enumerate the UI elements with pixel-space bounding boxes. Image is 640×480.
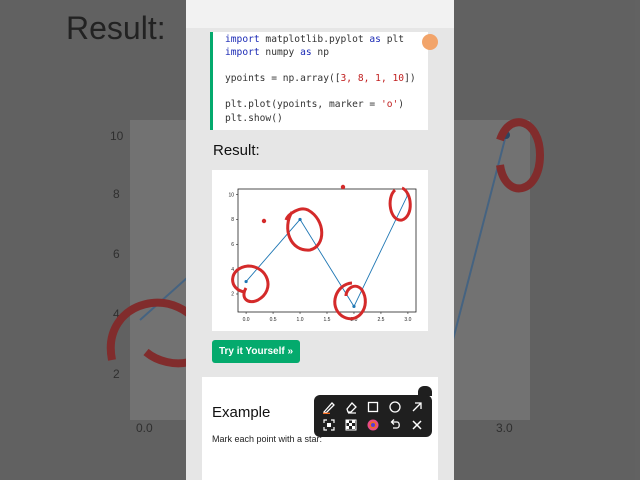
y-tick-label: 4 — [231, 267, 234, 273]
x-tick-label: 3.0 — [404, 317, 411, 323]
y-tick-label: 2 — [231, 292, 234, 298]
code-line-3: ypoints = np.array([3, 8, 1, 10]) — [225, 73, 416, 84]
arrow-icon[interactable] — [408, 398, 426, 416]
x-tick-label: 0.0 — [243, 317, 250, 323]
code-line-1: import matplotlib.pyplot as plt — [225, 34, 405, 45]
try-it-yourself-button[interactable]: Try it Yourself » — [212, 340, 300, 363]
pen-icon[interactable] — [320, 398, 338, 416]
close-icon[interactable] — [408, 416, 426, 434]
code-block: import matplotlib.pyplot as plt import n… — [210, 32, 428, 130]
rectangle-icon[interactable] — [364, 398, 382, 416]
code-line-5: plt.show() — [225, 113, 283, 124]
example-heading: Example — [212, 404, 271, 421]
status-area — [186, 0, 454, 28]
plot-card: 0.0 0.5 1.0 1.5 2.0 2.5 3.0 2 4 6 8 10 — [212, 170, 428, 331]
eraser-icon[interactable] — [342, 398, 360, 416]
x-tick-label: 0.5 — [270, 317, 277, 323]
line-chart: 0.0 0.5 1.0 1.5 2.0 2.5 3.0 2 4 6 8 10 — [228, 188, 417, 323]
y-tick-label: 10 — [228, 192, 234, 198]
y-tick-label: 6 — [231, 242, 234, 248]
circle-icon[interactable] — [386, 398, 404, 416]
data-point — [298, 217, 302, 222]
data-point — [352, 304, 356, 309]
x-tick-label: 2.0 — [350, 317, 357, 323]
code-line-4: plt.plot(ypoints, marker = 'o') — [225, 99, 405, 110]
data-point — [244, 279, 248, 284]
code-line-2: import numpy as np — [225, 47, 329, 58]
x-tick-label: 1.5 — [324, 317, 331, 323]
floating-badge[interactable] — [422, 34, 438, 50]
y-tick-label: 8 — [231, 217, 234, 223]
example-description: Mark each point with a star: — [212, 434, 323, 444]
mosaic-icon[interactable] — [342, 416, 360, 434]
drawing-toolbar — [314, 395, 432, 437]
data-point — [406, 192, 410, 197]
screenshot-icon[interactable] — [320, 416, 338, 434]
plot-frame — [237, 188, 417, 313]
color-icon[interactable] — [364, 416, 382, 434]
undo-icon[interactable] — [386, 416, 404, 434]
x-tick-label: 1.0 — [297, 317, 304, 323]
result-heading: Result: — [213, 142, 260, 159]
x-tick-label: 2.5 — [377, 317, 384, 323]
